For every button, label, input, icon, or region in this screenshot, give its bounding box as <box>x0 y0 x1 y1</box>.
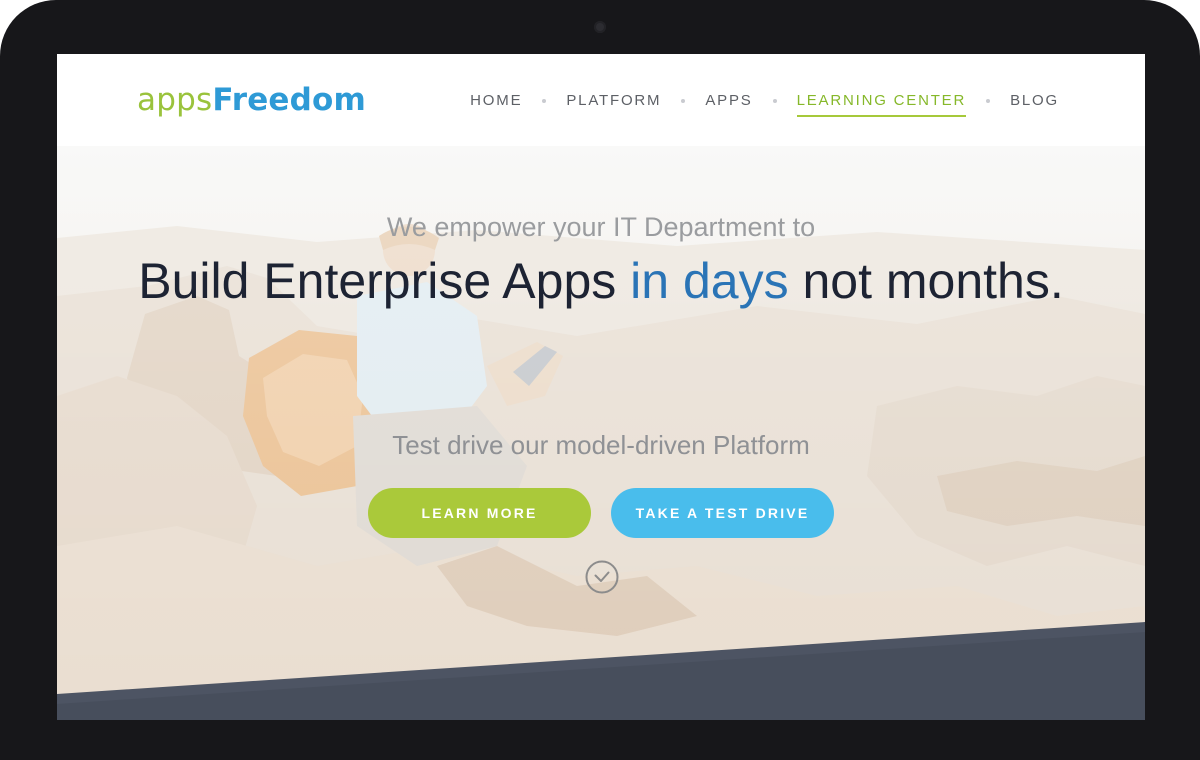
hero-title-part2: not months. <box>788 253 1064 309</box>
nav-separator-dot <box>542 98 547 103</box>
nav-item-learning-center[interactable]: LEARNING CENTER <box>796 92 967 117</box>
hero-subtitle: We empower your IT Department to <box>386 212 816 242</box>
hero-section: We empower your IT Department to Build E… <box>57 146 1145 720</box>
nav-separator-dot <box>986 98 991 103</box>
learn-more-button[interactable]: LEARN MORE <box>368 488 591 538</box>
hero-title-part1: Build Enterprise Apps <box>138 253 631 309</box>
nav-separator-dot <box>772 98 777 103</box>
site-header: appsFreedom HOME PLATFORM APPS LEARNING … <box>57 54 1145 146</box>
nav-item-platform[interactable]: PLATFORM <box>566 92 661 117</box>
hero-test-drive-text: Test drive our model-driven Platform <box>392 430 810 460</box>
device-frame: appsFreedom HOME PLATFORM APPS LEARNING … <box>0 0 1200 760</box>
camera-icon <box>594 21 606 33</box>
logo-light-text: apps <box>137 82 213 118</box>
nav-item-home[interactable]: HOME <box>470 92 522 117</box>
nav-item-blog[interactable]: BLOG <box>1010 92 1059 117</box>
nav-item-apps[interactable]: APPS <box>705 92 752 117</box>
hero-title-accent: in days <box>630 253 789 309</box>
browser-screen: appsFreedom HOME PLATFORM APPS LEARNING … <box>57 54 1145 720</box>
logo-bold-text: Freedom <box>212 82 367 118</box>
hero-title: Build Enterprise Apps in days not months… <box>57 252 1145 310</box>
main-nav: HOME PLATFORM APPS LEARNING CENTER BLOG <box>470 92 1059 117</box>
take-test-drive-button[interactable]: TAKE A TEST DRIVE <box>611 488 834 538</box>
check-circle-icon[interactable] <box>584 559 620 595</box>
site-logo[interactable]: appsFreedom <box>137 82 366 118</box>
nav-separator-dot <box>681 98 686 103</box>
cta-buttons: LEARN MORE TAKE A TEST DRIVE <box>368 488 834 538</box>
